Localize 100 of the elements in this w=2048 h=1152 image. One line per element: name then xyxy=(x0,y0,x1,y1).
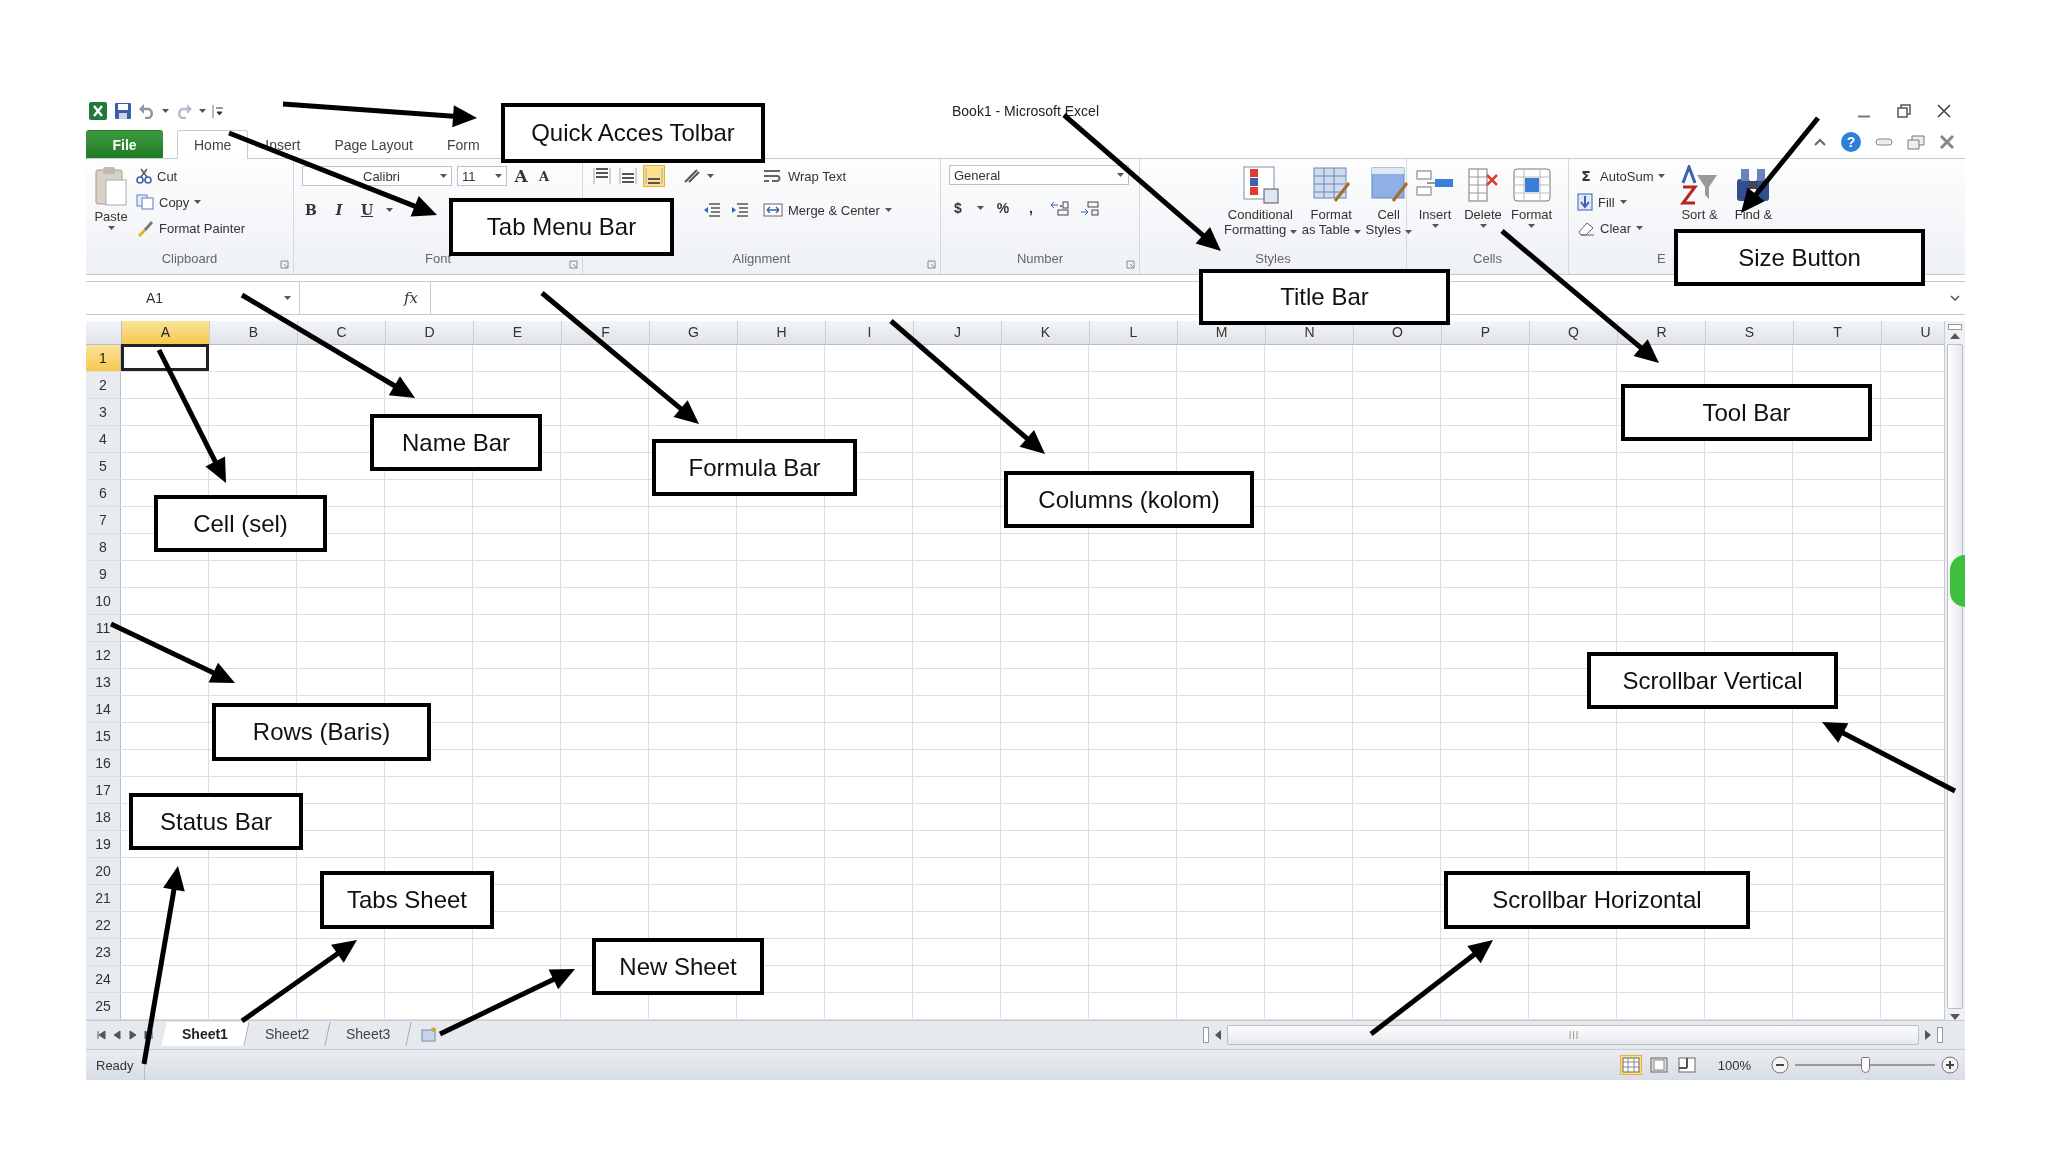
grow-font-button[interactable]: A xyxy=(512,166,530,186)
underline-button[interactable]: U xyxy=(358,202,376,218)
name-box[interactable]: A1 xyxy=(86,282,300,314)
sheet-tab[interactable]: Sheet3 xyxy=(325,1021,413,1046)
column-header[interactable]: Q xyxy=(1530,321,1618,344)
merge-center-button[interactable]: Merge & Center xyxy=(763,199,892,221)
row-header[interactable]: 25 xyxy=(86,993,121,1019)
fill-button[interactable]: Fill xyxy=(1577,191,1666,213)
row-header[interactable]: 6 xyxy=(86,480,121,506)
group-label: Number xyxy=(1016,251,1064,266)
align-button[interactable] xyxy=(643,165,665,187)
callout-label: Scrollbar Vertical xyxy=(1587,652,1838,709)
row-header[interactable]: 16 xyxy=(86,750,121,776)
clipboard-icon xyxy=(94,165,128,207)
row-header[interactable]: 3 xyxy=(86,399,121,425)
row-header[interactable]: 22 xyxy=(86,912,121,938)
currency-button[interactable]: $ xyxy=(949,200,967,216)
cells-button[interactable]: Format xyxy=(1511,165,1553,228)
row-header[interactable]: 24 xyxy=(86,966,121,992)
column-header[interactable]: H xyxy=(738,321,826,344)
bold-button[interactable]: B xyxy=(302,202,320,218)
ribbon-tab[interactable]: Form xyxy=(430,130,497,158)
caret-icon xyxy=(199,109,206,113)
column-header[interactable]: G xyxy=(650,321,738,344)
percent-button[interactable]: % xyxy=(994,200,1012,216)
caret-icon xyxy=(107,226,115,230)
row-header[interactable]: 1 xyxy=(86,345,121,371)
column-header[interactable]: I xyxy=(826,321,914,344)
row-header[interactable]: 21 xyxy=(86,885,121,911)
row-header[interactable]: 11 xyxy=(86,615,121,641)
row-header[interactable]: 20 xyxy=(86,858,121,884)
row-header[interactable]: 9 xyxy=(86,561,121,587)
row-header[interactable]: 12 xyxy=(86,642,121,668)
row-header[interactable]: 4 xyxy=(86,426,121,452)
format-painter-button[interactable]: Format Painter xyxy=(136,217,245,239)
zoom-out-button[interactable] xyxy=(1771,1056,1789,1074)
row-header[interactable]: 19 xyxy=(86,831,121,857)
font-name-field[interactable]: Calibri xyxy=(302,166,452,186)
group-label: Cells xyxy=(1473,251,1502,266)
row-header[interactable]: 5 xyxy=(86,453,121,479)
column-header[interactable]: A xyxy=(122,321,210,344)
style-button[interactable]: Format as Table xyxy=(1301,165,1361,237)
ribbon-tab[interactable]: Home xyxy=(177,130,249,159)
align-button[interactable] xyxy=(617,165,639,187)
vertical-scrollbar[interactable] xyxy=(1944,321,1965,1020)
font-size-field[interactable]: 11 xyxy=(457,166,507,186)
cut-button[interactable]: Cut xyxy=(136,165,245,187)
row-header[interactable]: 17 xyxy=(86,777,121,803)
clear-button[interactable]: Clear xyxy=(1577,217,1666,239)
comma-button[interactable]: , xyxy=(1022,200,1040,216)
restore-button[interactable] xyxy=(1897,104,1911,118)
style-button[interactable]: Cell Styles xyxy=(1365,165,1412,237)
view-button[interactable] xyxy=(1675,1055,1698,1075)
close-button[interactable] xyxy=(1937,104,1951,118)
row-header[interactable]: 13 xyxy=(86,669,121,695)
insert-function-button[interactable]: fx xyxy=(404,289,418,307)
column-header[interactable]: S xyxy=(1706,321,1794,344)
page-view-icon xyxy=(1649,1057,1668,1073)
caret-icon xyxy=(194,200,202,204)
ribbon-tab[interactable]: Page Layout xyxy=(317,130,430,158)
paste-button[interactable]: Paste xyxy=(94,165,128,230)
number-format-field[interactable]: General xyxy=(949,165,1129,185)
row-header[interactable]: 7 xyxy=(86,507,121,533)
row-header[interactable]: 8 xyxy=(86,534,121,560)
column-header[interactable]: J xyxy=(914,321,1002,344)
cells-button[interactable]: Insert xyxy=(1415,165,1455,228)
cells-button[interactable]: Delete xyxy=(1463,165,1503,228)
selected-cell[interactable] xyxy=(121,344,209,371)
row-header[interactable]: 15 xyxy=(86,723,121,749)
sort-button[interactable]: Sort & xyxy=(1679,165,1720,222)
column-header[interactable]: K xyxy=(1002,321,1090,344)
slider-thumb[interactable] xyxy=(1861,1057,1870,1073)
copy-button[interactable]: Copy xyxy=(136,191,245,213)
shrink-font-button[interactable]: A xyxy=(535,168,553,184)
column-header[interactable]: L xyxy=(1090,321,1178,344)
style-button[interactable]: Conditional Formatting xyxy=(1224,165,1297,237)
italic-button[interactable]: I xyxy=(330,202,348,218)
customize-toolbar-icon xyxy=(212,103,224,119)
column-header[interactable]: D xyxy=(386,321,474,344)
column-header[interactable]: E xyxy=(474,321,562,344)
ribbon-tab[interactable]: File xyxy=(86,130,163,158)
restore-icon xyxy=(1907,134,1925,150)
row-header[interactable]: 14 xyxy=(86,696,121,722)
help-button[interactable]: ? xyxy=(1841,132,1861,152)
column-header[interactable]: T xyxy=(1794,321,1882,344)
column-header[interactable]: F xyxy=(562,321,650,344)
column-header[interactable]: C xyxy=(298,321,386,344)
sheet-tab[interactable]: Sheet2 xyxy=(244,1021,331,1046)
column-header[interactable]: B xyxy=(210,321,298,344)
wrap-text-button[interactable]: Wrap Text xyxy=(763,165,892,187)
restore-icon xyxy=(1897,104,1911,118)
autosum-button[interactable]: Σ AutoSum xyxy=(1577,165,1666,187)
minimize-icon xyxy=(1857,114,1871,118)
sheet-tab[interactable]: Sheet1 xyxy=(161,1021,250,1046)
row-header[interactable]: 23 xyxy=(86,939,121,965)
row-header[interactable]: 10 xyxy=(86,588,121,614)
align-button[interactable] xyxy=(591,165,613,187)
row-header[interactable]: 18 xyxy=(86,804,121,830)
row-header[interactable]: 2 xyxy=(86,372,121,398)
zoom-in-button[interactable] xyxy=(1941,1056,1959,1074)
